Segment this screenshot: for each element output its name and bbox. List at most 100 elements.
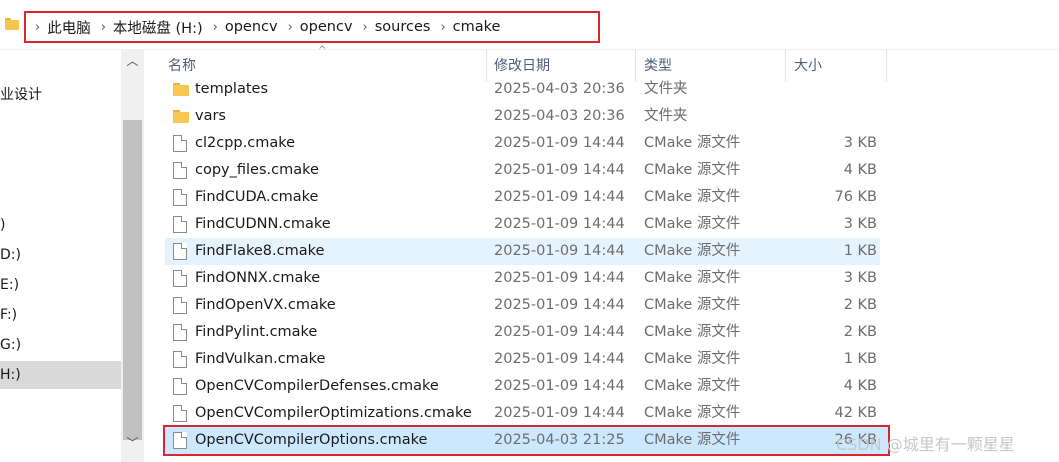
nav-item[interactable]: F:) <box>0 301 122 329</box>
file-name: copy_files.cmake <box>195 162 319 178</box>
list-item[interactable]: FindCUDNN.cmake 2025-01-09 14:44 CMake 源… <box>165 211 880 238</box>
folder-icon <box>5 18 19 30</box>
file-size: 1 KB <box>843 243 877 259</box>
file-type: CMake 源文件 <box>644 270 741 286</box>
file-icon <box>173 405 187 422</box>
file-size: 4 KB <box>843 378 877 394</box>
file-icon <box>173 162 187 179</box>
list-item-hovered[interactable]: FindFlake8.cmake 2025-01-09 14:44 CMake … <box>165 238 880 265</box>
file-type: CMake 源文件 <box>644 162 741 178</box>
nav-item[interactable]: E:) <box>0 271 122 299</box>
file-date: 2025-04-03 20:36 <box>494 81 625 97</box>
list-item[interactable]: copy_files.cmake 2025-01-09 14:44 CMake … <box>165 157 880 184</box>
nav-item-selected[interactable]: H:) <box>0 361 122 389</box>
file-type: CMake 源文件 <box>644 324 741 340</box>
address-bar[interactable]: › 此电脑 › 本地磁盘 (H:) › opencv › opencv › so… <box>0 0 1059 50</box>
list-item[interactable]: templates 2025-04-03 20:36 文件夹 <box>165 76 880 103</box>
file-icon <box>173 189 187 206</box>
file-name: FindCUDA.cmake <box>195 189 319 205</box>
file-name: FindFlake8.cmake <box>195 243 325 259</box>
list-item[interactable]: FindPylint.cmake 2025-01-09 14:44 CMake … <box>165 319 880 346</box>
file-date: 2025-01-09 14:44 <box>494 378 625 394</box>
breadcrumb[interactable]: › 此电脑 › 本地磁盘 (H:) › opencv › opencv › so… <box>24 11 600 43</box>
list-item[interactable]: FindVulkan.cmake 2025-01-09 14:44 CMake … <box>165 346 880 373</box>
file-date: 2025-01-09 14:44 <box>494 297 625 313</box>
file-icon <box>173 243 187 260</box>
chevron-right-icon[interactable]: › <box>288 20 293 35</box>
nav-item[interactable]: G:) <box>0 331 122 359</box>
file-type: 文件夹 <box>644 108 688 124</box>
file-size: 2 KB <box>843 297 877 313</box>
breadcrumb-item[interactable]: opencv <box>300 19 353 35</box>
file-icon <box>173 135 187 152</box>
file-icon <box>173 297 187 314</box>
file-date: 2025-04-03 21:25 <box>494 432 625 448</box>
chevron-right-icon[interactable]: › <box>101 20 106 35</box>
file-size: 3 KB <box>843 135 877 151</box>
file-date: 2025-01-09 14:44 <box>494 405 625 421</box>
file-type: CMake 源文件 <box>644 405 741 421</box>
breadcrumb-item[interactable]: cmake <box>453 19 501 35</box>
file-name: FindCUDNN.cmake <box>195 216 331 232</box>
breadcrumb-item[interactable]: opencv <box>225 19 278 35</box>
watermark-text: CSDN @城里有一颗星星 <box>836 435 1015 454</box>
file-icon <box>173 216 187 233</box>
file-date: 2025-04-03 20:36 <box>494 108 625 124</box>
nav-scrollbar[interactable]: ︿ ﹀ <box>121 50 144 462</box>
folder-icon <box>173 83 189 96</box>
file-name: FindVulkan.cmake <box>195 351 326 367</box>
file-type: CMake 源文件 <box>644 432 741 448</box>
chevron-right-icon[interactable]: › <box>363 20 368 35</box>
file-date: 2025-01-09 14:44 <box>494 324 625 340</box>
list-item[interactable]: FindCUDA.cmake 2025-01-09 14:44 CMake 源文… <box>165 184 880 211</box>
scrollbar-thumb[interactable] <box>123 120 142 440</box>
file-icon <box>173 351 187 368</box>
file-name: templates <box>195 81 269 97</box>
list-item-selected[interactable]: OpenCVCompilerOptions.cmake 2025-04-03 2… <box>163 425 890 456</box>
file-date: 2025-01-09 14:44 <box>494 270 625 286</box>
file-date: 2025-01-09 14:44 <box>494 243 625 259</box>
breadcrumb-item[interactable]: 此电脑 <box>47 17 91 38</box>
file-type: 文件夹 <box>644 81 688 97</box>
file-type: CMake 源文件 <box>644 351 741 367</box>
nav-item[interactable]: 业设计 <box>0 81 122 109</box>
file-name: FindPylint.cmake <box>195 324 318 340</box>
file-size <box>785 103 877 130</box>
list-item[interactable]: vars 2025-04-03 20:36 文件夹 <box>165 103 880 130</box>
file-name: OpenCVCompilerOptions.cmake <box>195 432 428 448</box>
file-icon <box>173 324 187 341</box>
list-item[interactable]: FindOpenVX.cmake 2025-01-09 14:44 CMake … <box>165 292 880 319</box>
file-size: 3 KB <box>843 270 877 286</box>
file-size: 76 KB <box>834 189 877 205</box>
file-date: 2025-01-09 14:44 <box>494 216 625 232</box>
column-divider[interactable] <box>886 50 887 82</box>
chevron-right-icon[interactable]: › <box>440 20 445 35</box>
file-size: 2 KB <box>843 324 877 340</box>
chevron-right-icon[interactable]: › <box>35 20 40 35</box>
file-size: 3 KB <box>843 216 877 232</box>
file-name: OpenCVCompilerOptimizations.cmake <box>195 405 472 421</box>
chevron-down-icon[interactable]: ﹀ <box>121 432 144 454</box>
list-item[interactable]: OpenCVCompilerDefenses.cmake 2025-01-09 … <box>165 373 880 400</box>
file-size: 1 KB <box>843 351 877 367</box>
file-name: cl2cpp.cmake <box>195 135 295 151</box>
breadcrumb-item[interactable]: sources <box>375 19 431 35</box>
file-size: 42 KB <box>834 405 877 421</box>
list-item[interactable]: cl2cpp.cmake 2025-01-09 14:44 CMake 源文件 … <box>165 130 880 157</box>
file-type: CMake 源文件 <box>644 135 741 151</box>
file-name: FindONNX.cmake <box>195 270 321 286</box>
breadcrumb-item[interactable]: 本地磁盘 (H:) <box>113 17 203 38</box>
file-type: CMake 源文件 <box>644 216 741 232</box>
file-date: 2025-01-09 14:44 <box>494 351 625 367</box>
file-type: CMake 源文件 <box>644 243 741 259</box>
file-name: OpenCVCompilerDefenses.cmake <box>195 378 439 394</box>
list-item[interactable]: FindONNX.cmake 2025-01-09 14:44 CMake 源文… <box>165 265 880 292</box>
nav-item[interactable]: ) <box>0 211 122 239</box>
list-item[interactable]: OpenCVCompilerOptimizations.cmake 2025-0… <box>165 400 880 427</box>
nav-item[interactable]: D:) <box>0 241 122 269</box>
chevron-right-icon[interactable]: › <box>213 20 218 35</box>
file-name: vars <box>195 108 226 124</box>
file-icon <box>173 378 187 395</box>
file-type: CMake 源文件 <box>644 297 741 313</box>
chevron-up-icon[interactable]: ︿ <box>121 50 144 72</box>
